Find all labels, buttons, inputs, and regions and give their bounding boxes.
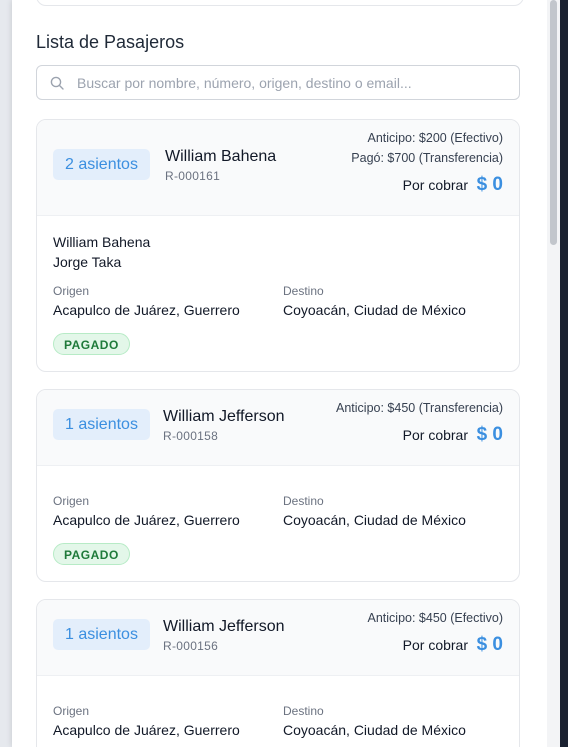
por-cobrar-amount: $ 0 xyxy=(476,634,503,655)
card-header: 1 asientos William Jefferson R-000158 An… xyxy=(37,390,519,466)
reservation-code: R-000158 xyxy=(163,429,219,443)
status-badge: PAGADO xyxy=(53,543,130,565)
seats-badge: 2 asientos xyxy=(53,149,150,180)
passenger-name: William Jefferson xyxy=(163,618,285,635)
origin-label: Origen xyxy=(53,704,90,718)
destination-label: Destino xyxy=(283,704,324,718)
por-cobrar-label: Por cobrar xyxy=(402,637,468,653)
por-cobrar-amount: $ 0 xyxy=(476,424,503,445)
previous-card-edge xyxy=(36,0,524,6)
card-body: Origen Acapulco de Juárez, Guerrero Dest… xyxy=(37,676,519,747)
card-body: William Bahena Jorge Taka Origen Acapulc… xyxy=(37,216,519,371)
destination-label: Destino xyxy=(283,494,324,508)
traveler-name: William Bahena xyxy=(53,234,151,250)
por-cobrar-label: Por cobrar xyxy=(402,177,468,193)
por-cobrar-amount: $ 0 xyxy=(476,174,503,195)
seats-badge: 1 asientos xyxy=(53,619,150,650)
background-edge xyxy=(560,0,568,747)
payment-line: Anticipo: $450 (Efectivo) xyxy=(367,611,504,625)
card-header: 1 asientos William Jefferson R-000156 An… xyxy=(37,600,519,676)
payment-line: Anticipo: $200 (Efectivo) xyxy=(367,131,504,145)
reservation-card[interactable]: 1 asientos William Jefferson R-000156 An… xyxy=(36,599,520,747)
origin-label: Origen xyxy=(53,284,90,298)
traveler-name: Jorge Taka xyxy=(53,254,122,270)
page-title: Lista de Pasajeros xyxy=(36,32,185,52)
app-window: Lista de Pasajeros 2 asientos William Ba… xyxy=(0,0,568,747)
card-body: Origen Acapulco de Juárez, Guerrero Dest… xyxy=(37,466,519,581)
scrollbar[interactable] xyxy=(547,0,560,747)
card-header: 2 asientos William Bahena R-000161 Antic… xyxy=(37,120,519,216)
search-input[interactable] xyxy=(77,66,507,99)
reservation-code: R-000156 xyxy=(163,639,219,653)
payment-line: Anticipo: $450 (Transferencia) xyxy=(336,401,503,415)
destination-value: Coyoacán, Ciudad de México xyxy=(283,722,466,738)
reservation-card[interactable]: 1 asientos William Jefferson R-000158 An… xyxy=(36,389,520,582)
origin-value: Acapulco de Juárez, Guerrero xyxy=(53,722,240,738)
destination-value: Coyoacán, Ciudad de México xyxy=(283,512,466,528)
status-badge: PAGADO xyxy=(53,333,130,355)
passenger-name: William Jefferson xyxy=(163,408,285,425)
destination-label: Destino xyxy=(283,284,324,298)
scrollbar-thumb[interactable] xyxy=(550,0,557,245)
passenger-panel: Lista de Pasajeros 2 asientos William Ba… xyxy=(12,0,547,747)
passenger-name: William Bahena xyxy=(165,148,277,165)
seats-badge: 1 asientos xyxy=(53,409,150,440)
origin-label: Origen xyxy=(53,494,90,508)
reservation-code: R-000161 xyxy=(165,169,221,183)
destination-value: Coyoacán, Ciudad de México xyxy=(283,302,466,318)
por-cobrar-label: Por cobrar xyxy=(402,427,468,443)
origin-value: Acapulco de Juárez, Guerrero xyxy=(53,512,240,528)
reservation-card[interactable]: 2 asientos William Bahena R-000161 Antic… xyxy=(36,119,520,372)
payment-line: Pagó: $700 (Transferencia) xyxy=(351,151,503,165)
search-icon xyxy=(50,76,64,90)
search-box[interactable] xyxy=(36,65,520,100)
origin-value: Acapulco de Juárez, Guerrero xyxy=(53,302,240,318)
